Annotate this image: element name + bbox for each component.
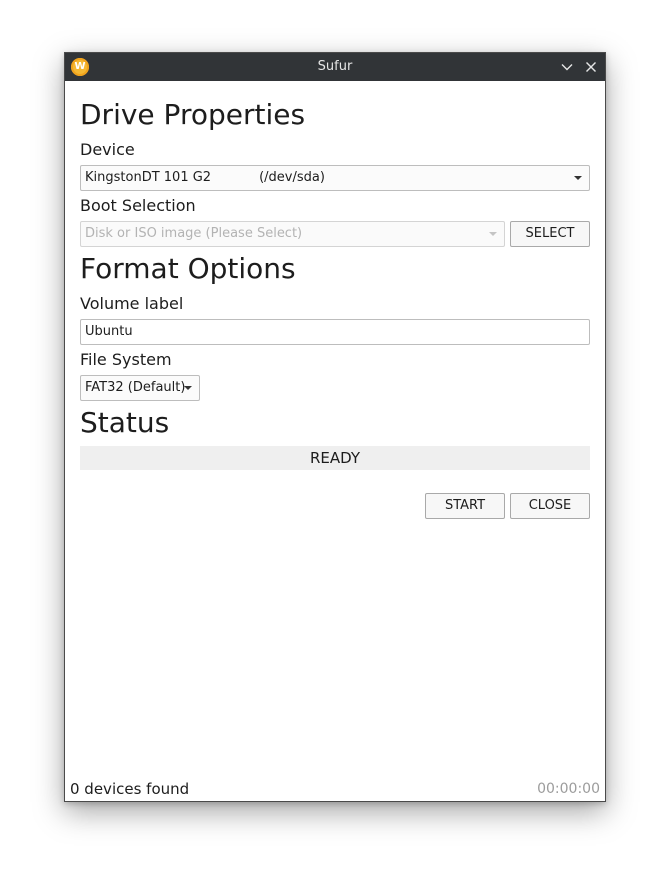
start-button[interactable]: START — [425, 493, 505, 519]
dropdown-arrow-icon — [184, 386, 192, 390]
status-bar: READY — [80, 446, 590, 470]
file-system-value: FAT32 (Default) — [85, 380, 186, 395]
title-bar[interactable]: W Sufur — [65, 53, 605, 81]
device-path: (/dev/sda) — [259, 170, 325, 185]
close-window-button[interactable] — [583, 59, 599, 75]
volume-label-input[interactable]: Ubuntu — [80, 319, 590, 345]
close-icon — [586, 62, 596, 72]
window-title: Sufur — [317, 59, 353, 74]
boot-selection-dropdown[interactable]: Disk or ISO image (Please Select) — [80, 221, 505, 247]
minimize-button[interactable] — [559, 59, 575, 75]
boot-selection-placeholder: Disk or ISO image (Please Select) — [85, 226, 303, 241]
device-name: KingstonDT 101 G2 — [85, 170, 212, 185]
devices-found-text: 0 devices found — [70, 780, 190, 798]
file-system-dropdown[interactable]: FAT32 (Default) — [80, 375, 200, 401]
select-button[interactable]: SELECT — [510, 221, 590, 247]
device-dropdown[interactable]: KingstonDT 101 G2 (/dev/sda) — [80, 165, 590, 191]
volume-label-label: Volume label — [80, 294, 184, 313]
dropdown-arrow-icon — [489, 232, 497, 236]
chevron-down-icon — [561, 64, 573, 71]
boot-selection-label: Boot Selection — [80, 196, 196, 215]
sufur-window: W Sufur Drive Properties Device Kingston… — [64, 52, 606, 802]
drive-properties-heading: Drive Properties — [80, 98, 306, 131]
dropdown-arrow-icon — [574, 176, 582, 180]
elapsed-timer: 00:00:00 — [537, 781, 600, 797]
main-content: Drive Properties Device KingstonDT 101 G… — [80, 81, 590, 801]
status-heading: Status — [80, 406, 170, 439]
file-system-label: File System — [80, 350, 172, 369]
format-options-heading: Format Options — [80, 252, 296, 285]
device-label: Device — [80, 140, 135, 159]
close-button[interactable]: CLOSE — [510, 493, 590, 519]
